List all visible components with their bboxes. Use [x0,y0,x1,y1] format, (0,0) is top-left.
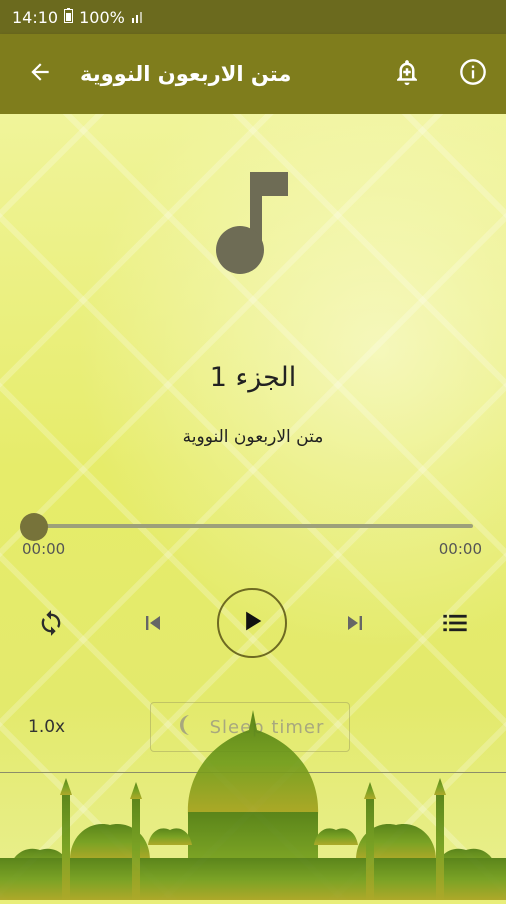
battery-saver-icon [64,7,74,27]
back-arrow-icon [27,59,53,89]
bell-add-icon [392,57,422,91]
playlist-button[interactable] [434,604,476,646]
play-button[interactable] [217,588,287,658]
total-duration: 00:00 [438,540,482,558]
track-title: الجزء 1 [209,362,297,393]
previous-button[interactable] [132,604,174,646]
album-title: متن الاربعون النووية [182,427,324,447]
info-button[interactable] [440,34,506,114]
mosque-silhouette [0,700,506,900]
music-note-icon [214,170,294,280]
info-icon [459,58,487,90]
app-title: متن الاربعون النووية [80,62,292,86]
battery-level: 100% [79,7,125,27]
seek-bar[interactable] [33,524,473,528]
signal-icon [131,8,145,27]
repeat-button[interactable] [30,604,72,646]
playlist-icon [441,609,469,641]
skip-previous-icon [141,611,165,639]
next-button[interactable] [334,604,376,646]
play-icon [238,607,266,639]
app-bar: متن الاربعون النووية [0,34,506,114]
skip-next-icon [343,611,367,639]
repeat-icon [37,609,65,641]
status-time: 14:10 [12,7,59,27]
notification-button[interactable] [374,34,440,114]
status-bar: 14:10 100% [0,0,506,34]
seek-thumb[interactable] [20,513,48,541]
elapsed-time: 00:00 [22,540,66,558]
back-button[interactable] [0,34,80,114]
